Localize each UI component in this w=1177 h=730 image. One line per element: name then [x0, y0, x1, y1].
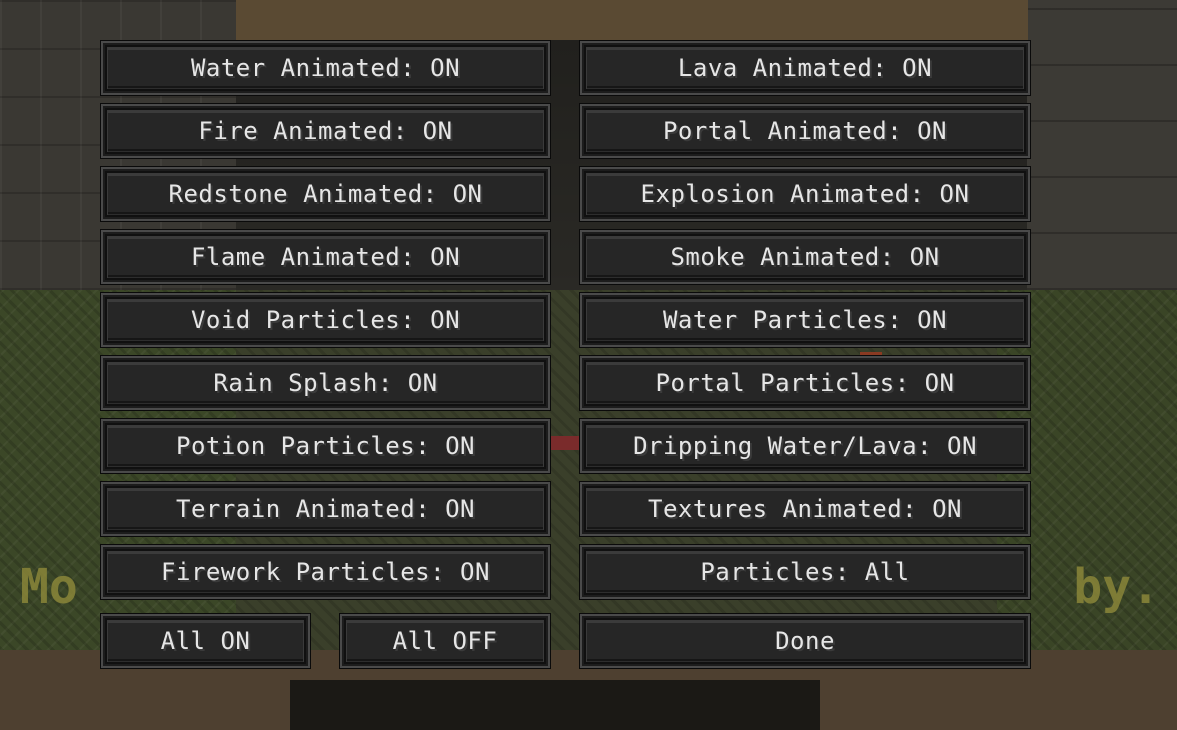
dripping-water-lava-toggle[interactable]: Dripping Water/Lava: ON: [580, 419, 1030, 473]
explosion-animated-label: Explosion Animated: ON: [640, 180, 970, 208]
textures-animated-toggle[interactable]: Textures Animated: ON: [580, 482, 1030, 536]
redstone-animated-label: Redstone Animated: ON: [168, 180, 483, 208]
particles-mode-button[interactable]: Particles: All: [580, 545, 1030, 599]
done-button[interactable]: Done: [580, 614, 1030, 668]
potion-particles-toggle[interactable]: Potion Particles: ON: [101, 419, 550, 473]
portal-animated-toggle[interactable]: Portal Animated: ON: [580, 104, 1030, 158]
portal-animated-label: Portal Animated: ON: [662, 117, 948, 145]
flame-animated-label: Flame Animated: ON: [190, 243, 461, 271]
void-particles-toggle[interactable]: Void Particles: ON: [101, 293, 550, 347]
explosion-animated-toggle[interactable]: Explosion Animated: ON: [580, 167, 1030, 221]
potion-particles-label: Potion Particles: ON: [176, 432, 475, 460]
fire-animated-toggle[interactable]: Fire Animated: ON: [101, 104, 550, 158]
background-wood-beam: [236, 0, 1028, 40]
redstone-animated-toggle[interactable]: Redstone Animated: ON: [101, 167, 550, 221]
terrain-animated-toggle[interactable]: Terrain Animated: ON: [101, 482, 550, 536]
portal-particles-toggle[interactable]: Portal Particles: ON: [580, 356, 1030, 410]
all-on-label: All ON: [160, 627, 251, 655]
background-red-block: [545, 436, 585, 450]
all-off-button[interactable]: All OFF: [340, 614, 550, 668]
all-on-button[interactable]: All ON: [101, 614, 310, 668]
background-sign-text-left: Mo: [20, 559, 78, 615]
textures-animated-label: Textures Animated: ON: [648, 495, 962, 523]
water-particles-label: Water Particles: ON: [662, 306, 948, 334]
terrain-animated-label: Terrain Animated: ON: [176, 495, 475, 523]
rain-splash-toggle[interactable]: Rain Splash: ON: [101, 356, 550, 410]
all-off-label: All OFF: [392, 627, 498, 655]
void-particles-label: Void Particles: ON: [190, 306, 461, 334]
rain-splash-label: Rain Splash: ON: [213, 369, 438, 397]
portal-particles-label: Portal Particles: ON: [655, 369, 955, 397]
firework-particles-toggle[interactable]: Firework Particles: ON: [101, 545, 550, 599]
dripping-water-lava-label: Dripping Water/Lava: ON: [633, 432, 977, 460]
water-animated-toggle[interactable]: Water Animated: ON: [101, 41, 550, 95]
water-animated-label: Water Animated: ON: [190, 54, 461, 82]
done-label: Done: [775, 627, 835, 655]
lava-animated-toggle[interactable]: Lava Animated: ON: [580, 41, 1030, 95]
background-stone-wall-right: [1027, 0, 1177, 290]
background-sign-text-right: by.: [1073, 559, 1160, 615]
smoke-animated-label: Smoke Animated: ON: [670, 243, 940, 271]
particles-mode-label: Particles: All: [700, 558, 910, 586]
lava-animated-label: Lava Animated: ON: [677, 54, 933, 82]
fire-animated-label: Fire Animated: ON: [198, 117, 453, 145]
water-particles-toggle[interactable]: Water Particles: ON: [580, 293, 1030, 347]
firework-particles-label: Firework Particles: ON: [161, 558, 490, 586]
smoke-animated-toggle[interactable]: Smoke Animated: ON: [580, 230, 1030, 284]
background-floor-shadow: [290, 680, 820, 730]
flame-animated-toggle[interactable]: Flame Animated: ON: [101, 230, 550, 284]
